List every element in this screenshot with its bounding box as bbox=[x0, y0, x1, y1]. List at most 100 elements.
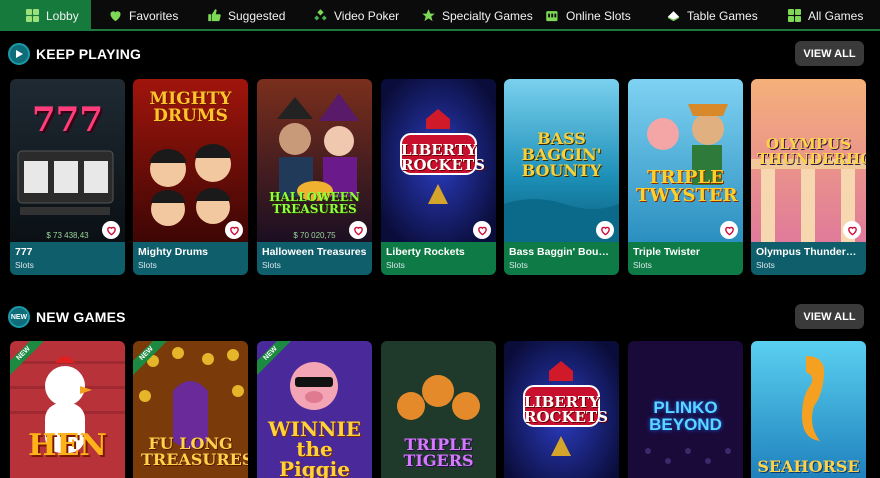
game-category: Slots bbox=[386, 260, 405, 270]
game-tile[interactable]: MIGHTY DRUMS Mighty Drums Slots bbox=[133, 79, 248, 275]
game-name: Halloween Treasures bbox=[262, 246, 367, 258]
game-thumbnail: HALLOWEEN TREASURES $ 70 020,75 bbox=[257, 79, 372, 242]
game-caption: Liberty Rockets Slots bbox=[381, 242, 496, 275]
grid-icon bbox=[787, 8, 802, 23]
game-tile[interactable]: LIBERTY ROCKETS bbox=[504, 341, 619, 478]
favorite-heart-icon[interactable] bbox=[473, 221, 491, 239]
nav-tab-suggested[interactable]: Suggested bbox=[191, 0, 296, 31]
game-tile[interactable]: FU LONG TREASURES NEW bbox=[133, 341, 248, 478]
game-tile[interactable]: SEAHORSE bbox=[751, 341, 866, 478]
game-caption: Triple Twister Slots bbox=[628, 242, 743, 275]
star-icon bbox=[421, 8, 436, 23]
game-category: Slots bbox=[262, 260, 281, 270]
game-tile[interactable]: BASS BAGGIN' BOUNTY Bass Baggin' Bounty … bbox=[504, 79, 619, 275]
nav-tab-label: Lobby bbox=[46, 8, 79, 23]
nav-tab-label: Table Games bbox=[687, 8, 758, 23]
section-title: KEEP PLAYING bbox=[36, 46, 142, 62]
nav-tab-video-poker[interactable]: Video Poker bbox=[296, 0, 404, 31]
game-tile[interactable]: TRIPLE TWYSTER Triple Twister Slots bbox=[628, 79, 743, 275]
game-caption: Halloween Treasures Slots bbox=[257, 242, 372, 275]
game-tile[interactable]: WINNIE the Piggie NEW bbox=[257, 341, 372, 478]
nav-tab-label: Specialty Games bbox=[442, 8, 533, 23]
game-caption: Mighty Drums Slots bbox=[133, 242, 248, 275]
game-art-title: LIBERTY ROCKETS bbox=[524, 393, 608, 426]
game-art-title: HALLOWEEN TREASURES bbox=[269, 190, 360, 216]
game-name: Olympus Thunderhold bbox=[756, 246, 861, 258]
nav-tab-label: Video Poker bbox=[334, 8, 400, 23]
nav-tab-favorites[interactable]: Favorites bbox=[91, 0, 191, 31]
game-category: Slots bbox=[756, 260, 775, 270]
favorite-heart-icon[interactable] bbox=[720, 221, 738, 239]
game-name: Bass Baggin' Bounty bbox=[509, 246, 614, 258]
favorite-heart-icon[interactable] bbox=[102, 221, 120, 239]
game-thumbnail: 777 $ 73 438,43 bbox=[10, 79, 125, 242]
favorite-heart-icon[interactable] bbox=[843, 221, 861, 239]
new-games-row: HEN NEW FU LONG TREASURES NEW WINNIE the… bbox=[10, 341, 870, 478]
game-name: 777 bbox=[15, 246, 33, 258]
game-name: Liberty Rockets bbox=[386, 246, 465, 258]
view-all-button[interactable]: VIEW ALL bbox=[795, 304, 864, 329]
game-category: Slots bbox=[138, 260, 157, 270]
game-art-title: FU LONG TREASURES bbox=[141, 434, 248, 469]
nav-tab-all-games[interactable]: All Games bbox=[767, 0, 880, 31]
favorite-heart-icon[interactable] bbox=[596, 221, 614, 239]
category-nav: Lobby Favorites Suggested Video Poker Sp… bbox=[0, 0, 880, 31]
game-thumbnail: LIBERTY ROCKETS bbox=[381, 79, 496, 242]
game-category: Slots bbox=[15, 260, 34, 270]
cards-icon bbox=[313, 8, 328, 23]
game-thumbnail: TRIPLE TWYSTER bbox=[628, 79, 743, 242]
game-name: Triple Twister bbox=[633, 246, 700, 258]
new-badge-icon: NEW bbox=[8, 306, 30, 328]
nav-tab-label: Suggested bbox=[228, 8, 286, 23]
game-art-title: WINNIE the Piggie bbox=[268, 417, 361, 478]
game-art-title: MIGHTY DRUMS bbox=[149, 89, 232, 126]
game-tile[interactable]: HALLOWEEN TREASURES $ 70 020,75 Hallowee… bbox=[257, 79, 372, 275]
game-tile[interactable]: OLYMPUS THUNDERHOLD Olympus Thunderhold … bbox=[751, 79, 866, 275]
game-caption: Bass Baggin' Bounty Slots bbox=[504, 242, 619, 275]
slot-machine-icon bbox=[545, 8, 560, 23]
section-title: NEW GAMES bbox=[36, 309, 126, 325]
game-category: Slots bbox=[509, 260, 528, 270]
game-art-title: 777 bbox=[32, 100, 103, 140]
nav-tab-table-games[interactable]: Table Games bbox=[650, 0, 767, 31]
game-art-title: TRIPLE TWYSTER bbox=[636, 167, 738, 206]
game-art-title: HEN bbox=[28, 428, 107, 463]
game-tile[interactable]: PLINKO BEYOND bbox=[628, 341, 743, 478]
heart-icon bbox=[108, 8, 123, 23]
new-ribbon: NEW bbox=[133, 341, 173, 381]
game-art-title: BASS BAGGIN' BOUNTY bbox=[521, 129, 602, 180]
game-tile[interactable]: HEN NEW bbox=[10, 341, 125, 478]
nav-tab-label: All Games bbox=[808, 8, 864, 23]
view-all-button[interactable]: VIEW ALL bbox=[795, 41, 864, 66]
game-thumbnail: OLYMPUS THUNDERHOLD bbox=[751, 79, 866, 242]
keep-playing-row: 777 $ 73 438,43 777 Slots MIGHTY DRUMS M… bbox=[10, 79, 870, 275]
new-ribbon: NEW bbox=[10, 341, 50, 381]
game-thumbnail: MIGHTY DRUMS bbox=[133, 79, 248, 242]
nav-tab-specialty-games[interactable]: Specialty Games bbox=[404, 0, 540, 31]
play-icon bbox=[8, 43, 30, 65]
game-tile[interactable]: LIBERTY ROCKETS Liberty Rockets Slots bbox=[381, 79, 496, 275]
game-art-title: PLINKO BEYOND bbox=[649, 398, 722, 434]
game-tile[interactable]: 777 $ 73 438,43 777 Slots bbox=[10, 79, 125, 275]
game-caption: Olympus Thunderhold Slots bbox=[751, 242, 866, 275]
nav-tab-label: Favorites bbox=[129, 8, 179, 23]
keep-playing-header: KEEP PLAYING VIEW ALL bbox=[8, 41, 864, 67]
nav-tab-label: Online Slots bbox=[566, 8, 631, 23]
game-art-title: SEAHORSE bbox=[757, 457, 860, 476]
nav-tab-online-slots[interactable]: Online Slots bbox=[540, 0, 650, 31]
game-caption: 777 Slots bbox=[10, 242, 125, 275]
chip-icon bbox=[666, 8, 681, 23]
game-name: Mighty Drums bbox=[138, 246, 209, 258]
game-art-title: OLYMPUS THUNDERHOLD bbox=[757, 135, 866, 168]
game-art-title: TRIPLE TIGERS bbox=[403, 435, 474, 470]
favorite-heart-icon[interactable] bbox=[349, 221, 367, 239]
grid-icon bbox=[25, 8, 40, 23]
favorite-heart-icon[interactable] bbox=[225, 221, 243, 239]
new-games-header: NEW NEW GAMES VIEW ALL bbox=[8, 304, 864, 330]
thumbs-up-icon bbox=[207, 8, 222, 23]
nav-tab-lobby[interactable]: Lobby bbox=[0, 0, 91, 31]
game-thumbnail: BASS BAGGIN' BOUNTY bbox=[504, 79, 619, 242]
game-tile[interactable]: TRIPLE TIGERS bbox=[381, 341, 496, 478]
game-art-title: LIBERTY ROCKETS bbox=[401, 141, 485, 174]
new-ribbon: NEW bbox=[257, 341, 297, 381]
